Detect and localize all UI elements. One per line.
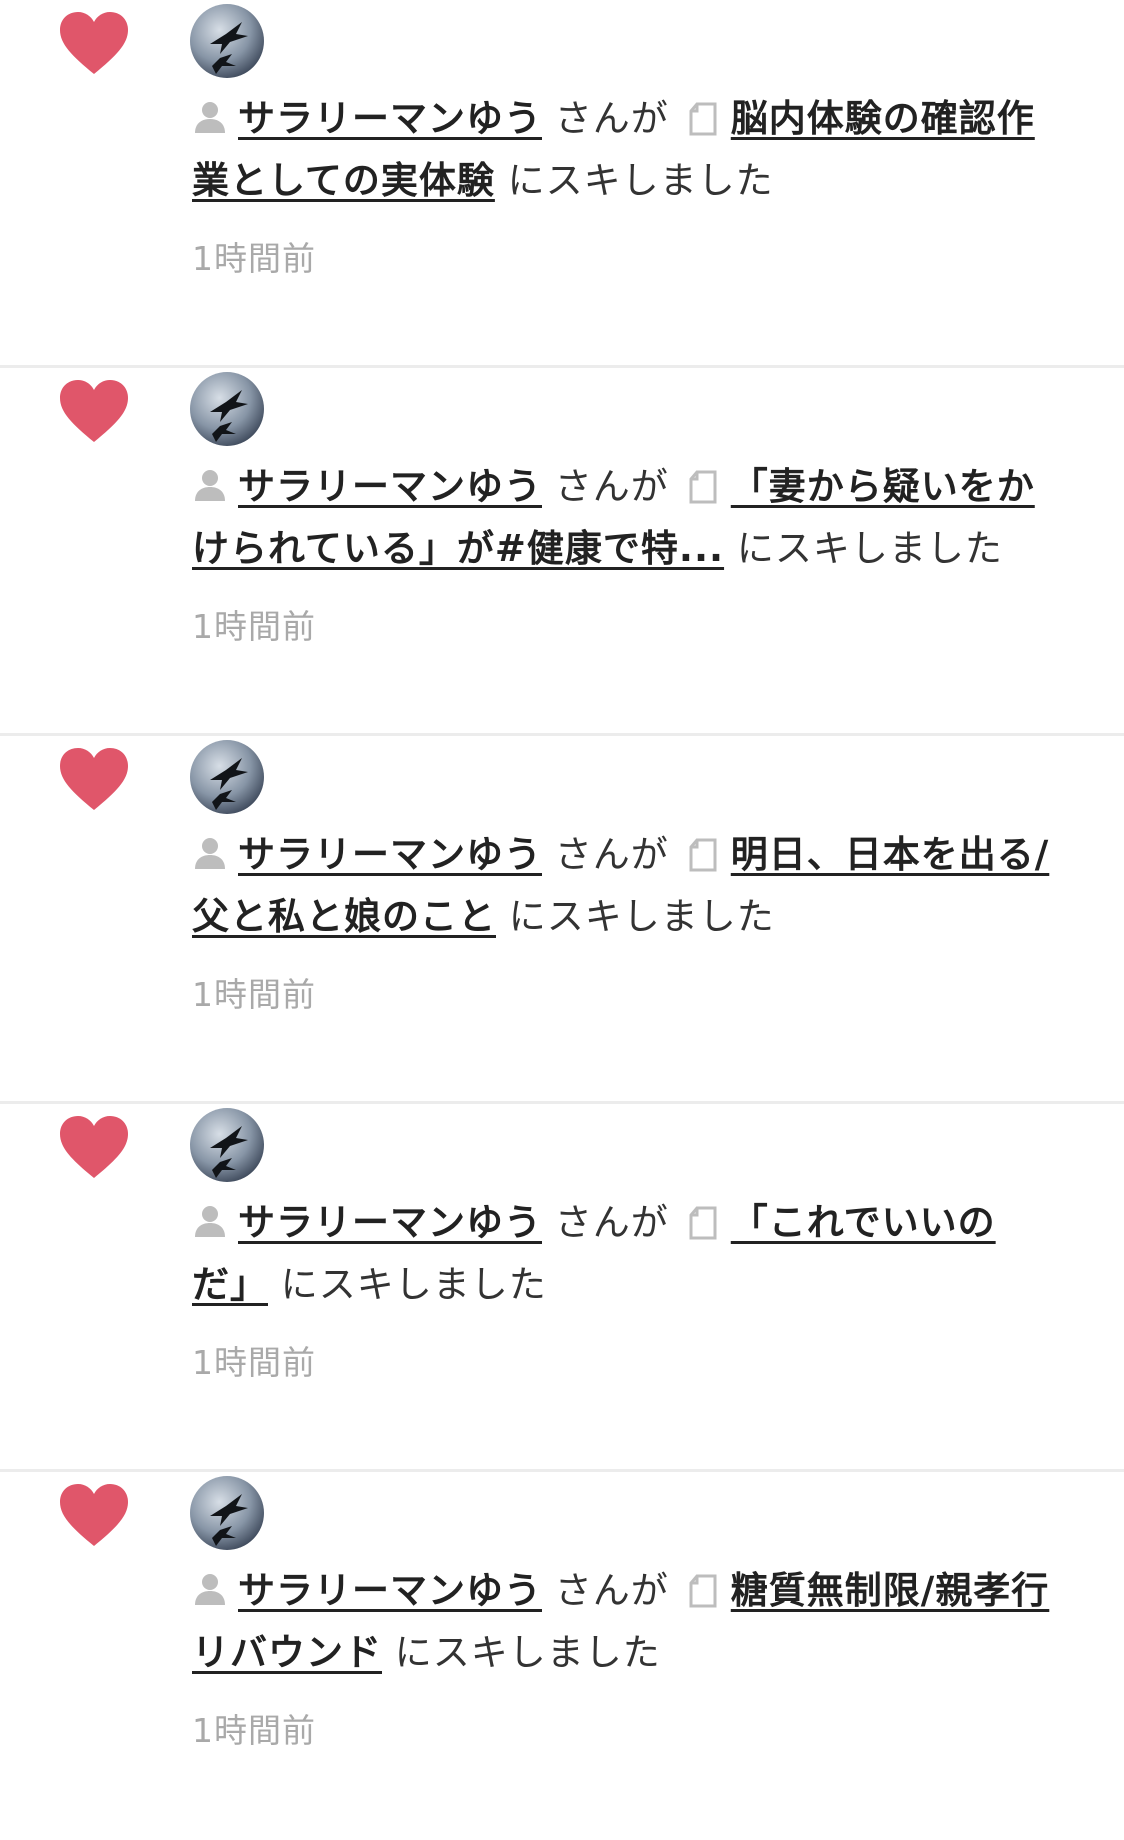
note-icon bbox=[689, 838, 717, 872]
user-link[interactable]: サラリーマンゆう bbox=[238, 465, 542, 508]
notification-item[interactable]: サラリーマンゆう さんが 脳内体験の確認作業としての実体験 にスキしました 1時… bbox=[0, 0, 1124, 368]
notification-text: サラリーマンゆう さんが 「妻から疑いをかけられている」が#健康で特... にス… bbox=[192, 456, 1052, 580]
heart-icon bbox=[60, 1116, 128, 1178]
notification-feed: サラリーマンゆう さんが 脳内体験の確認作業としての実体験 にスキしました 1時… bbox=[0, 0, 1124, 1840]
user-link[interactable]: サラリーマンゆう bbox=[238, 833, 542, 876]
avatar[interactable] bbox=[190, 4, 264, 78]
timestamp: 1時間前 bbox=[192, 239, 316, 278]
heart-icon bbox=[60, 12, 128, 74]
heart-icon bbox=[60, 1484, 128, 1546]
user-link[interactable]: サラリーマンゆう bbox=[238, 1201, 542, 1244]
timestamp: 1時間前 bbox=[192, 1343, 316, 1382]
action-text: にスキしました bbox=[280, 1263, 547, 1306]
avatar[interactable] bbox=[190, 372, 264, 446]
notification-item[interactable]: サラリーマンゆう さんが 「これでいいのだ」 にスキしました 1時間前 bbox=[0, 1104, 1124, 1472]
notification-text: サラリーマンゆう さんが 糖質無制限/親孝行リバウンド にスキしました bbox=[192, 1560, 1052, 1684]
action-text: にスキしました bbox=[394, 1631, 661, 1674]
notification-text: サラリーマンゆう さんが 「これでいいのだ」 にスキしました bbox=[192, 1192, 1052, 1316]
heart-icon bbox=[60, 380, 128, 442]
notification-item[interactable]: サラリーマンゆう さんが 糖質無制限/親孝行リバウンド にスキしました 1時間前 bbox=[0, 1472, 1124, 1840]
note-icon bbox=[689, 102, 717, 136]
notification-item[interactable]: サラリーマンゆう さんが 明日、日本を出る/父と私と娘のこと にスキしました 1… bbox=[0, 736, 1124, 1104]
action-text: にスキしました bbox=[508, 895, 775, 938]
note-icon bbox=[689, 470, 717, 504]
timestamp: 1時間前 bbox=[192, 607, 316, 646]
avatar[interactable] bbox=[190, 1108, 264, 1182]
note-icon bbox=[689, 1206, 717, 1240]
notification-text: サラリーマンゆう さんが 脳内体験の確認作業としての実体験 にスキしました bbox=[192, 88, 1052, 212]
avatar[interactable] bbox=[190, 740, 264, 814]
timestamp: 1時間前 bbox=[192, 1711, 316, 1750]
action-text: にスキしました bbox=[507, 159, 774, 202]
person-icon bbox=[195, 838, 225, 869]
connector-text: さんが bbox=[554, 833, 669, 876]
person-icon bbox=[195, 102, 225, 133]
person-icon bbox=[195, 1206, 225, 1237]
notification-text: サラリーマンゆう さんが 明日、日本を出る/父と私と娘のこと にスキしました bbox=[192, 824, 1052, 948]
timestamp: 1時間前 bbox=[192, 975, 316, 1014]
user-link[interactable]: サラリーマンゆう bbox=[238, 97, 542, 140]
action-text: にスキしました bbox=[736, 527, 1003, 570]
heart-icon bbox=[60, 748, 128, 810]
connector-text: さんが bbox=[554, 1569, 669, 1612]
avatar[interactable] bbox=[190, 1476, 264, 1550]
user-link[interactable]: サラリーマンゆう bbox=[238, 1569, 542, 1612]
connector-text: さんが bbox=[554, 465, 669, 508]
connector-text: さんが bbox=[554, 97, 669, 140]
person-icon bbox=[195, 1574, 225, 1605]
notification-item[interactable]: サラリーマンゆう さんが 「妻から疑いをかけられている」が#健康で特... にス… bbox=[0, 368, 1124, 736]
connector-text: さんが bbox=[554, 1201, 669, 1244]
person-icon bbox=[195, 470, 225, 501]
note-icon bbox=[689, 1574, 717, 1608]
